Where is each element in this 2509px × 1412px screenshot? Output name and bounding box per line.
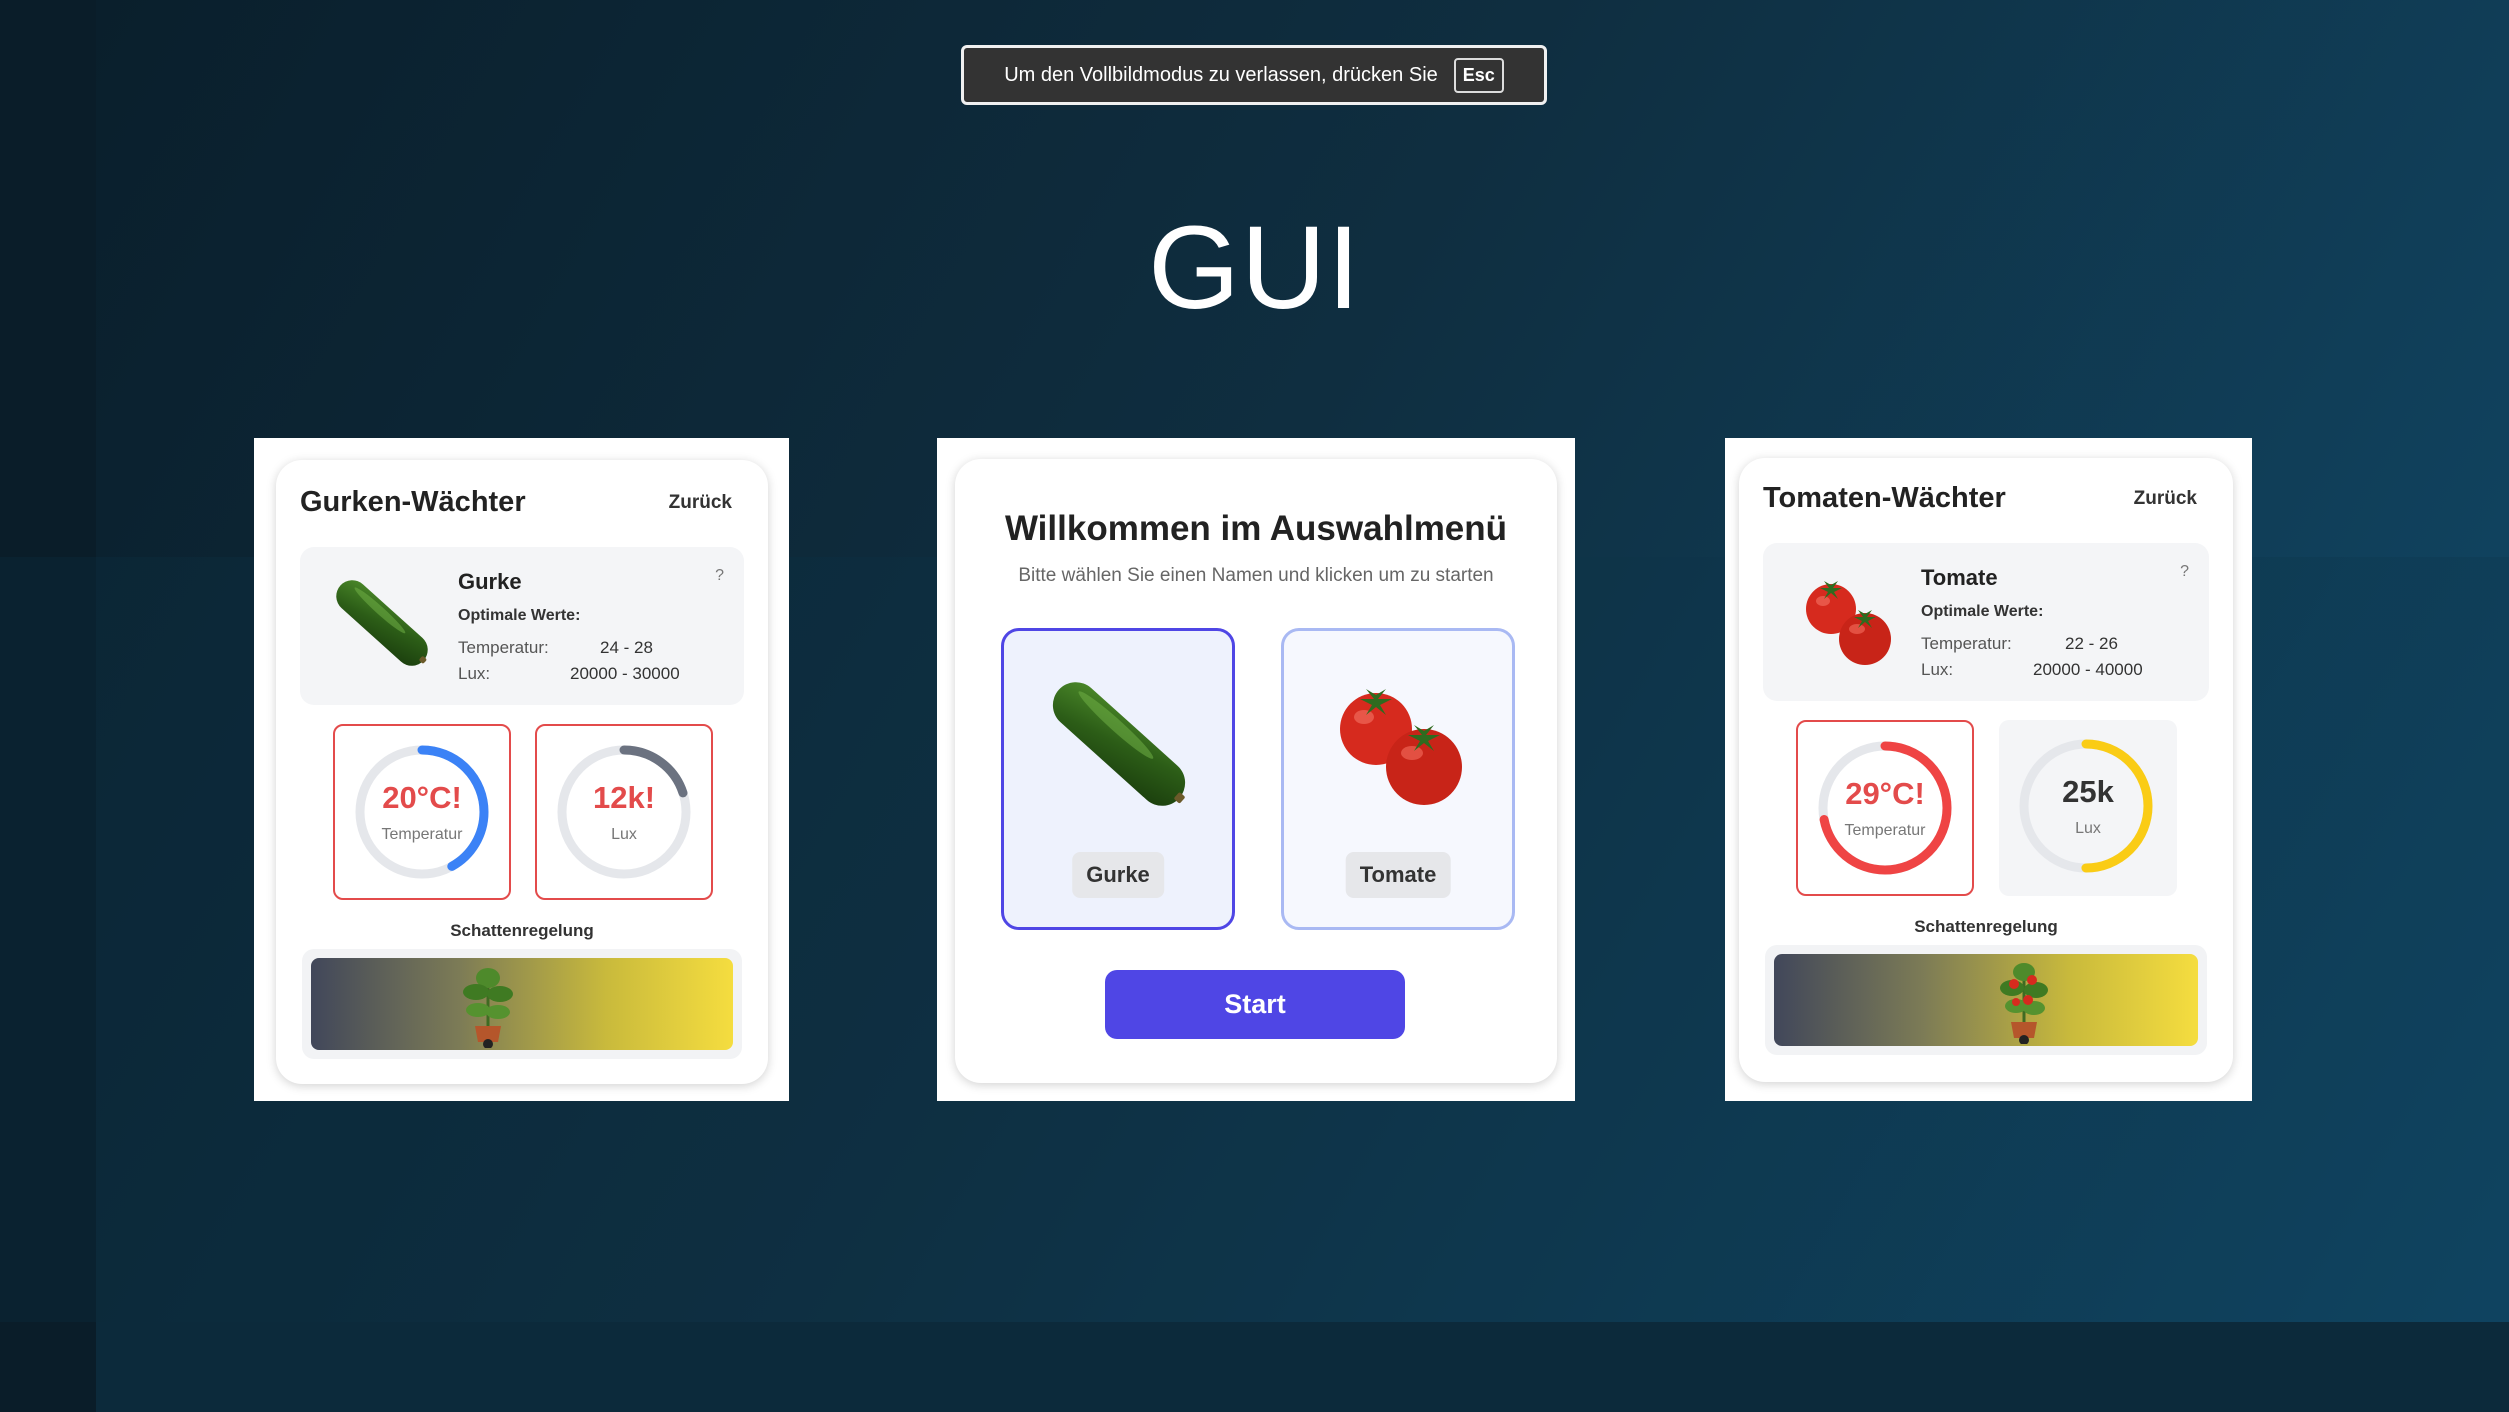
cucumber-info-box: Gurke ? Optimale Werte: Temperatur: 24 -…: [300, 547, 744, 705]
tomato-lux-row: Lux: 20000 - 40000: [1921, 660, 2143, 680]
option-tomate[interactable]: Tomate: [1281, 628, 1515, 930]
cucumber-card: Gurken-Wächter Zurück Gurke ? Optimale W…: [276, 460, 768, 1084]
cucumber-shade-bar: [311, 958, 733, 1050]
cucumber-icon: [336, 580, 428, 666]
selection-panel: Willkommen im Auswahlmenü Bitte wählen S…: [937, 438, 1575, 1101]
start-button[interactable]: Start: [1105, 970, 1405, 1039]
cucumber-lux-label: Lux:: [458, 664, 491, 683]
fullscreen-notice-text: Um den Vollbildmodus zu verlassen, drück…: [1004, 63, 1438, 86]
cucumber-lux-value: 12k!: [592, 780, 656, 815]
background-bottom-strip: [96, 1322, 2509, 1412]
tomato-temp-range: 22 - 26: [2065, 634, 2118, 653]
cucumber-lux-range: 20000 - 30000: [570, 664, 680, 683]
tomato-temp-label: Temperatur:: [1921, 634, 2012, 653]
tomato-card: Tomaten-Wächter Zurück Tomate ? Optimale…: [1739, 458, 2233, 1082]
tomato-plant-handle[interactable]: [1994, 958, 2054, 1044]
tomato-card-header: Tomaten-Wächter Zurück: [1763, 482, 2197, 515]
cucumber-temperature-label: Temperatur: [381, 826, 463, 843]
tomato-lux-gauge: 25k Lux: [1999, 720, 2177, 896]
cucumber-temperature-value: 20°C!: [382, 780, 462, 815]
tomato-lux-range: 20000 - 40000: [2033, 660, 2143, 679]
tomato-shade-label: Schattenregelung: [1914, 917, 2058, 936]
selection-card: Willkommen im Auswahlmenü Bitte wählen S…: [955, 459, 1557, 1083]
cucumber-back-button[interactable]: Zurück: [669, 492, 732, 514]
cucumber-name: Gurke: [458, 569, 522, 594]
tomato-name: Tomate: [1921, 565, 1998, 590]
cucumber-shade-slider[interactable]: [302, 949, 742, 1059]
cucumber-lux-label: Lux: [611, 826, 637, 843]
tomato-lux-label: Lux:: [1921, 660, 1954, 679]
selection-title: Willkommen im Auswahlmenü: [1004, 509, 1508, 548]
tomato-help-icon[interactable]: ?: [2180, 563, 2189, 581]
cucumber-panel: Gurken-Wächter Zurück Gurke ? Optimale W…: [254, 438, 789, 1101]
cucumber-temp-range: 24 - 28: [600, 638, 653, 657]
option-gurke[interactable]: Gurke: [1001, 628, 1235, 930]
cucumber-temp-label: Temperatur:: [458, 638, 549, 657]
esc-key-badge: Esc: [1453, 57, 1504, 93]
option-gurke-label: Gurke: [1072, 852, 1164, 898]
cucumber-temperature-gauge: 20°C! Temperatur: [333, 724, 511, 900]
cucumber-help-icon[interactable]: ?: [715, 567, 724, 585]
option-tomate-label: Tomate: [1345, 852, 1451, 898]
tomato-lux-value: 25k: [2062, 774, 2114, 809]
cucumber-card-title: Gurken-Wächter: [300, 486, 526, 518]
cucumber-optimal-label: Optimale Werte:: [458, 607, 581, 624]
tomato-temperature-value: 29°C!: [1845, 776, 1925, 811]
tomato-icon: [1806, 581, 1891, 665]
cucumber-temp-row: Temperatur: 24 - 28: [458, 638, 653, 658]
tomato-temp-row: Temperatur: 22 - 26: [1921, 634, 2118, 654]
cucumber-card-header: Gurken-Wächter Zurück: [300, 486, 732, 519]
tomato-card-title: Tomaten-Wächter: [1763, 482, 2006, 514]
cucumber-lux-gauge: 12k! Lux: [535, 724, 713, 900]
tomato-lux-label: Lux: [2075, 820, 2101, 837]
fullscreen-notice: Um den Vollbildmodus zu verlassen, drück…: [961, 45, 1547, 105]
page-title: GUI: [1148, 202, 1361, 334]
tomato-temperature-gauge: 29°C! Temperatur: [1796, 720, 1974, 896]
tomato-info-box: Tomate ? Optimale Werte: Temperatur: 22 …: [1763, 543, 2209, 701]
tomato-shade-bar: [1774, 954, 2198, 1046]
cucumber-shade-label: Schattenregelung: [450, 921, 594, 940]
cucumber-lux-row: Lux: 20000 - 30000: [458, 664, 680, 684]
tomato-panel: Tomaten-Wächter Zurück Tomate ? Optimale…: [1725, 438, 2252, 1101]
tomato-back-button[interactable]: Zurück: [2134, 488, 2197, 510]
tomato-optimal-label: Optimale Werte:: [1921, 603, 2044, 620]
selection-subtitle: Bitte wählen Sie einen Namen und klicken…: [1018, 565, 1494, 586]
cucumber-plant-handle[interactable]: [458, 962, 518, 1048]
tomato-temperature-label: Temperatur: [1844, 822, 1926, 839]
cucumber-icon: [1052, 682, 1186, 806]
tomato-shade-slider[interactable]: [1765, 945, 2207, 1055]
tomato-icon: [1340, 689, 1462, 805]
